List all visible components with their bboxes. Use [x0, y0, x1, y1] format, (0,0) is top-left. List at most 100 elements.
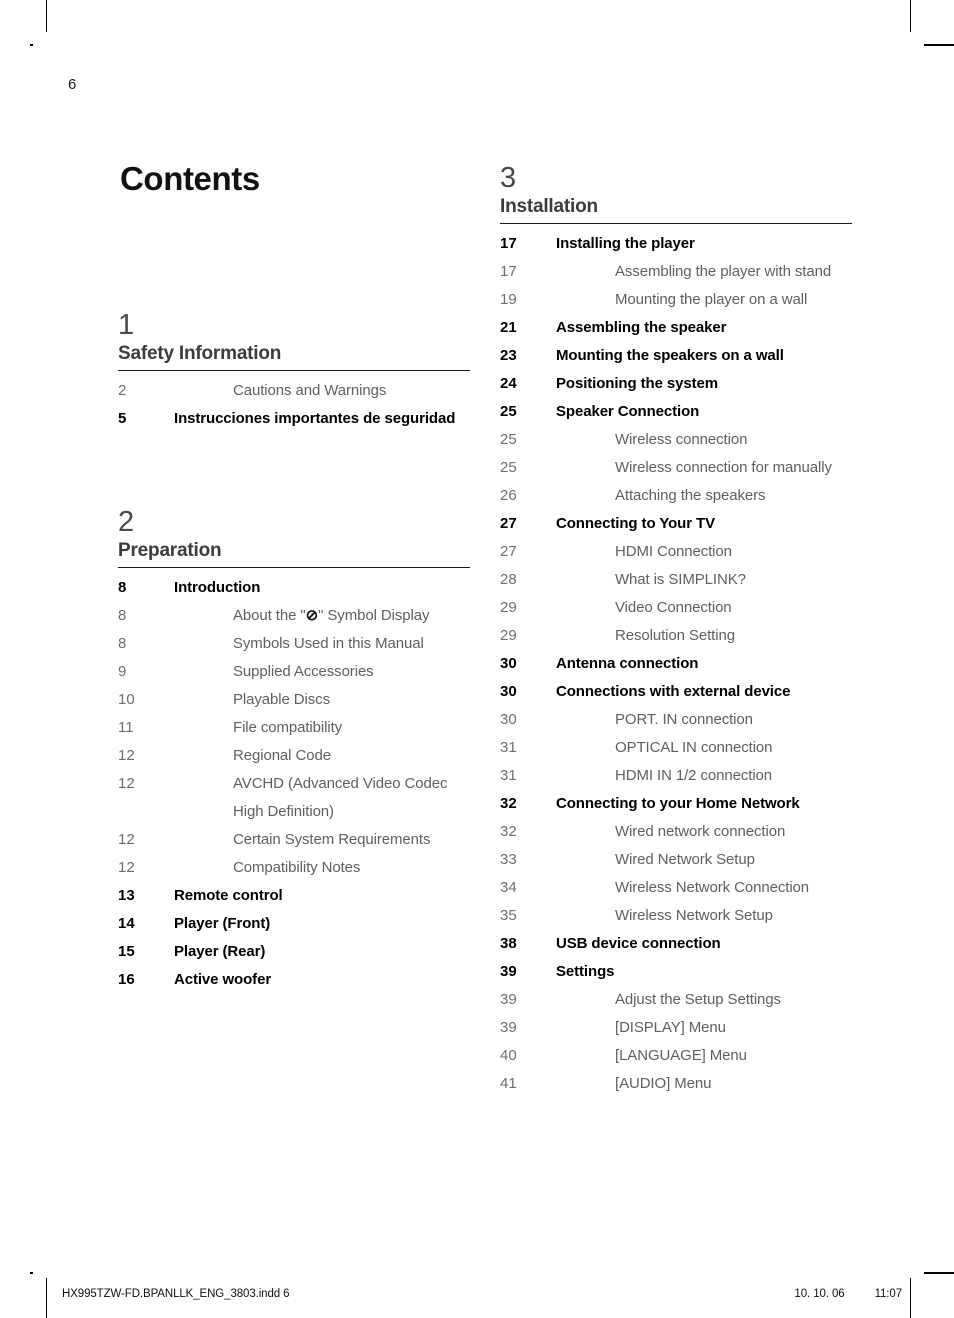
toc-entry[interactable]: 29 Video Connection: [500, 594, 852, 622]
toc-entry-label: What is SIMPLINK?: [615, 571, 746, 588]
toc-entry[interactable]: 39 [DISPLAY] Menu: [500, 1014, 852, 1042]
toc-entry[interactable]: 31 OPTICAL IN connection: [500, 734, 852, 762]
toc-section: 1 Safety Information 2 Cautions and Warning…: [118, 310, 470, 433]
toc-entry[interactable]: 14 Player (Front): [118, 910, 470, 938]
toc-entry-page: 14: [118, 915, 135, 932]
toc-entry-page: 32: [500, 795, 517, 812]
toc-entry-page: 12: [118, 775, 135, 792]
toc-entry[interactable]: 41 [AUDIO] Menu: [500, 1070, 852, 1098]
toc-entry[interactable]: 31 HDMI IN 1/2 connection: [500, 762, 852, 790]
toc-entry[interactable]: 40 [LANGUAGE] Menu: [500, 1042, 852, 1070]
toc-entry[interactable]: 27 Connecting to Your TV: [500, 510, 852, 538]
toc-entry[interactable]: 2 Cautions and Warnings: [118, 377, 470, 405]
toc-entry[interactable]: 12 Certain System Requirements: [118, 826, 470, 854]
toc-entry-label: Video Connection: [615, 599, 732, 616]
crop-mark-top-left: [46, 0, 47, 32]
toc-entry-page: 30: [500, 655, 517, 672]
toc-entry-page: 39: [500, 991, 517, 1008]
toc-entry-label: Certain System Requirements: [233, 831, 431, 848]
toc-entry-label: File compatibility: [233, 719, 343, 736]
toc-entry[interactable]: 8 Introduction: [118, 574, 470, 602]
toc-entry[interactable]: 13 Remote control: [118, 882, 470, 910]
toc-entry-label: Mounting the player on a wall: [615, 291, 808, 308]
toc-entry[interactable]: 21 Assembling the speaker: [500, 314, 852, 342]
toc-entry-label: [DISPLAY] Menu: [615, 1019, 726, 1036]
toc-entry[interactable]: 30 PORT. IN connection: [500, 706, 852, 734]
toc-entry-label: Attaching the speakers: [615, 487, 766, 504]
toc-entry-label: Antenna connection: [556, 655, 699, 672]
toc-entry-label: PORT. IN connection: [615, 711, 753, 728]
toc-section: 2 Preparation 8 Introduction 8 About the "⊘" …: [118, 507, 470, 994]
toc-entry[interactable]: 11 File compatibility: [118, 714, 470, 742]
toc-entry[interactable]: 33 Wired Network Setup: [500, 846, 852, 874]
toc-entry-label: Cautions and Warnings: [233, 382, 387, 399]
toc-entry-page: 5: [118, 410, 127, 427]
toc-entry-label: Settings: [556, 963, 615, 980]
toc-entry[interactable]: 12 Regional Code: [118, 742, 470, 770]
toc-entry[interactable]: 17 Installing the player: [500, 230, 852, 258]
toc-entry[interactable]: 30 Antenna connection: [500, 650, 852, 678]
toc-entry-page: 27: [500, 515, 517, 532]
section-number: 3: [500, 162, 517, 194]
toc-entry-page: 17: [500, 263, 517, 280]
toc-entry[interactable]: 8 About the "⊘" Symbol Display: [118, 602, 470, 630]
toc-entry[interactable]: 9 Supplied Accessories: [118, 658, 470, 686]
toc-entry-page: 26: [500, 487, 517, 504]
toc-entry[interactable]: 8 Symbols Used in this Manual: [118, 630, 470, 658]
toc-entry[interactable]: 32 Connecting to your Home Network: [500, 790, 852, 818]
toc-entry[interactable]: 26 Attaching the speakers: [500, 482, 852, 510]
toc-entry-label: Resolution Setting: [615, 627, 735, 644]
toc-entry-page: 25: [500, 431, 517, 448]
toc-entry[interactable]: 23 Mounting the speakers on a wall: [500, 342, 852, 370]
toc-entry-label: Installing the player: [556, 235, 695, 252]
toc-entry-page: 21: [500, 319, 517, 336]
toc-entry[interactable]: 25 Wireless connection for manually: [500, 454, 852, 482]
toc-entry[interactable]: 39 Settings: [500, 958, 852, 986]
toc-entry-label: Assembling the speaker: [556, 319, 727, 336]
toc-entry[interactable]: 25 Speaker Connection: [500, 398, 852, 426]
section-divider: [118, 370, 470, 371]
section-title: Safety Information: [118, 343, 282, 364]
toc-entry[interactable]: 15 Player (Rear): [118, 938, 470, 966]
toc-entry[interactable]: 27 HDMI Connection: [500, 538, 852, 566]
toc-entry-page: 27: [500, 543, 517, 560]
toc-entry-label: Assembling the player with stand: [615, 263, 832, 280]
toc-entry-label: Wired Network Setup: [615, 851, 755, 868]
toc-entry[interactable]: 24 Positioning the system: [500, 370, 852, 398]
toc-entry-label: Player (Front): [174, 915, 271, 932]
footer-filename: HX995TZW-FD.BPANLLK_ENG_3803.indd 6: [62, 1288, 290, 1300]
toc-entry[interactable]: 38 USB device connection: [500, 930, 852, 958]
footer-date: 10. 10. 06: [794, 1288, 845, 1300]
footer-timestamp-group: 10. 10. 06 11:07: [794, 1288, 902, 1300]
crop-mark-bottom-left-tick: [30, 1272, 33, 1274]
toc-entry[interactable]: 30 Connections with external device: [500, 678, 852, 706]
toc-entry-page: 39: [500, 1019, 517, 1036]
toc-entry[interactable]: 19 Mounting the player on a wall: [500, 286, 852, 314]
toc-entry-label: HDMI Connection: [615, 543, 732, 560]
toc-entry[interactable]: 12 Compatibility Notes: [118, 854, 470, 882]
toc-entry[interactable]: 16 Active woofer: [118, 966, 470, 994]
toc-entry-page: 30: [500, 683, 517, 700]
section-number: 1: [118, 309, 135, 341]
toc-entry[interactable]: 5 Instrucciones importantes de seguridad: [118, 405, 470, 433]
no-symbol-icon: ⊘: [305, 607, 319, 624]
toc-entry-label: Active woofer: [174, 971, 272, 988]
toc-entry[interactable]: 29 Resolution Setting: [500, 622, 852, 650]
toc-entry-page: 31: [500, 767, 517, 784]
toc-entry[interactable]: 35 Wireless Network Setup: [500, 902, 852, 930]
toc-entry[interactable]: 10 Playable Discs: [118, 686, 470, 714]
toc-entry[interactable]: 39 Adjust the Setup Settings: [500, 986, 852, 1014]
crop-mark-top-right-bar: [924, 44, 954, 46]
toc-entry[interactable]: 25 Wireless connection: [500, 426, 852, 454]
toc-entry-label: Connecting to Your TV: [556, 515, 716, 532]
toc-entry-page: 19: [500, 291, 517, 308]
toc-entry-page: 12: [118, 747, 135, 764]
toc-entry[interactable]: 12 AVCHD (Advanced Video Codec High Defin…: [118, 770, 470, 826]
crop-mark-bottom-right-bar: [924, 1272, 954, 1274]
toc-entry[interactable]: 28 What is SIMPLINK?: [500, 566, 852, 594]
page-number: 6: [68, 76, 77, 93]
toc-entry[interactable]: 32 Wired network connection: [500, 818, 852, 846]
toc-entry-page: 2: [118, 382, 127, 399]
toc-entry[interactable]: 17 Assembling the player with stand: [500, 258, 852, 286]
toc-entry[interactable]: 34 Wireless Network Connection: [500, 874, 852, 902]
